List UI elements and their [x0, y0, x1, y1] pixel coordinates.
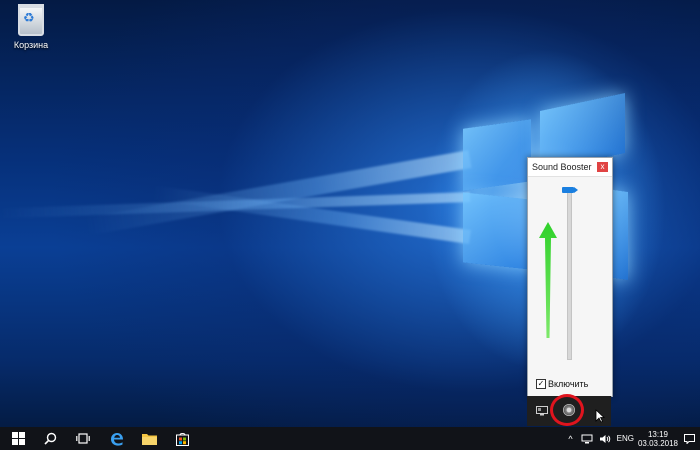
clock-time: 13:19 — [647, 429, 668, 439]
red-circle-annotation — [550, 394, 584, 426]
tray-overflow-chevron[interactable]: ^ — [568, 434, 572, 444]
sound-booster-window: Sound Booster x ✓ Включить — [527, 157, 613, 397]
green-arrow-annotation — [539, 222, 557, 338]
recycle-bin-icon — [18, 4, 44, 36]
monitor-icon[interactable] — [536, 406, 548, 416]
sound-booster-titlebar[interactable]: Sound Booster x — [528, 158, 612, 177]
wallpaper-window-pane — [463, 192, 531, 270]
system-tray: ^ ENG 13:19 03.03.2018 — [568, 427, 700, 450]
store-icon[interactable] — [176, 432, 189, 446]
clock[interactable]: 13:19 03.03.2018 — [638, 430, 678, 448]
file-explorer-icon[interactable] — [142, 432, 157, 445]
sound-booster-title: Sound Booster — [532, 162, 592, 172]
edge-icon[interactable] — [110, 432, 124, 446]
enable-checkbox[interactable]: ✓ — [536, 379, 546, 389]
windows-start-icon[interactable] — [12, 432, 25, 445]
recycle-bin-label: Корзина — [13, 40, 49, 50]
desktop: Корзина Sound Booster x ✓ Включить — [0, 0, 700, 450]
enable-label[interactable]: Включить — [548, 379, 588, 389]
notification-icon[interactable] — [684, 433, 695, 444]
network-icon[interactable] — [581, 434, 593, 444]
mouse-cursor-icon — [595, 409, 605, 423]
volume-slider-thumb[interactable] — [562, 187, 578, 193]
close-button[interactable]: x — [597, 162, 608, 172]
wallpaper-window-pane — [463, 119, 531, 191]
speaker-icon[interactable] — [599, 434, 611, 444]
search-icon[interactable] — [44, 432, 57, 445]
task-view-icon[interactable] — [76, 432, 90, 445]
enable-row: ✓ Включить — [536, 379, 588, 389]
clock-date: 03.03.2018 — [637, 438, 678, 448]
volume-slider-track[interactable] — [567, 188, 572, 360]
taskbar: ^ ENG 13:19 03.03.2018 — [0, 427, 700, 450]
recycle-bin-shortcut[interactable]: Корзина — [6, 4, 56, 50]
language-indicator[interactable]: ENG — [617, 434, 634, 443]
